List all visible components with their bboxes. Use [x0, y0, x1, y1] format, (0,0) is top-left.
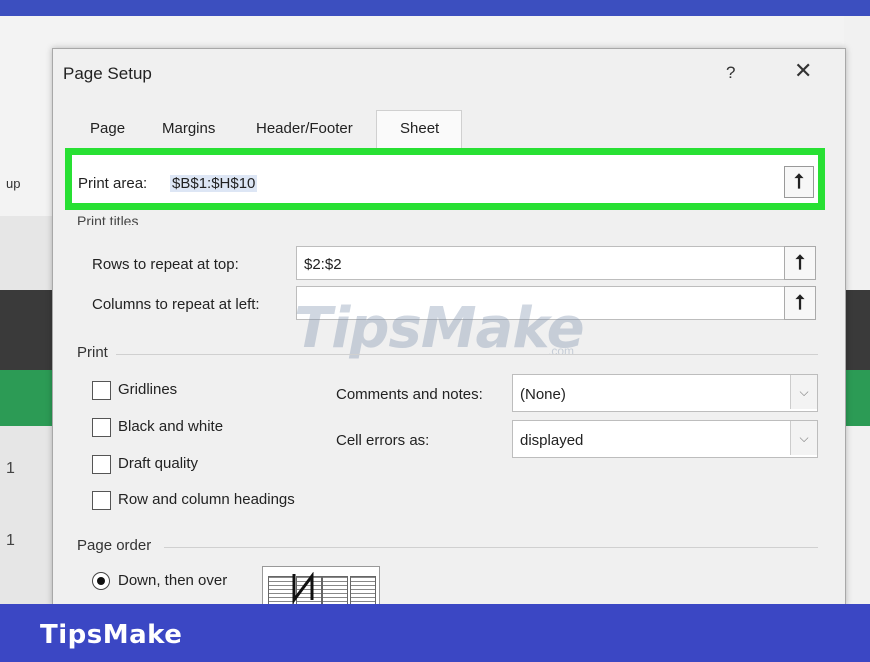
watermark: TipsMake	[294, 296, 585, 361]
dialog-title: Page Setup	[63, 64, 152, 83]
dark-row-band	[0, 290, 52, 370]
rows-to-repeat-label: Rows to repeat at top:	[92, 256, 239, 273]
up-arrow-icon[interactable]: ⭡	[784, 166, 814, 198]
tab-sheet[interactable]: Sheet	[400, 120, 439, 137]
row-number: 1	[6, 460, 15, 477]
page-order-page	[322, 576, 348, 606]
black-white-label: Black and white	[118, 418, 224, 435]
close-button[interactable]: ✕	[794, 58, 812, 84]
row-col-headings-label: Row and column headings	[118, 491, 295, 508]
comments-value: (None)	[520, 386, 566, 403]
brand-logo: TipsMake	[40, 620, 183, 650]
rows-to-repeat-value: $2:$2	[304, 256, 342, 273]
black-white-checkbox[interactable]	[92, 418, 111, 437]
cell-errors-label: Cell errors as:	[336, 432, 430, 449]
comments-label: Comments and notes:	[336, 386, 483, 403]
tab-margins[interactable]: Margins	[162, 120, 215, 137]
row-number: 1	[6, 532, 15, 549]
draft-quality-label: Draft quality	[118, 455, 199, 472]
help-button[interactable]: ?	[726, 63, 735, 83]
watermark-suffix: .com	[548, 344, 575, 358]
page-order-label: Page order	[77, 537, 152, 554]
cols-to-repeat-label: Columns to repeat at left:	[92, 296, 260, 313]
chevron-down-icon[interactable]: ⌵	[790, 375, 817, 409]
print-section-label: Print	[77, 344, 108, 361]
tab-header-footer[interactable]: Header/Footer	[256, 120, 353, 137]
gridlines-label: Gridlines	[118, 381, 178, 398]
divider	[164, 547, 818, 548]
green-row-band	[0, 370, 52, 426]
page-order-page	[350, 576, 376, 606]
green-row-band-right	[844, 370, 870, 426]
down-then-over-label: Down, then over	[118, 572, 228, 589]
tab-page[interactable]: Page	[90, 120, 125, 137]
ribbon-label: up	[6, 176, 21, 191]
print-titles-label: Print titles	[77, 213, 139, 225]
print-area-input[interactable]: $B$1:$H$10	[170, 175, 258, 192]
top-frame-bar	[0, 0, 870, 16]
page-order-arrow-icon	[292, 572, 314, 604]
gridlines-checkbox[interactable]	[92, 381, 111, 400]
draft-quality-checkbox[interactable]	[92, 455, 111, 474]
radio-selected-dot	[97, 577, 105, 585]
up-arrow-icon[interactable]: ⭡	[784, 246, 816, 280]
divider	[116, 354, 818, 355]
cell-errors-value: displayed	[520, 432, 584, 449]
dark-row-band-right	[844, 290, 870, 370]
row-col-headings-checkbox[interactable]	[92, 491, 111, 510]
up-arrow-icon[interactable]: ⭡	[784, 286, 816, 320]
chevron-down-icon[interactable]: ⌵	[790, 421, 817, 455]
rows-to-repeat-input[interactable]	[296, 246, 786, 280]
print-area-label: Print area:	[78, 175, 148, 192]
